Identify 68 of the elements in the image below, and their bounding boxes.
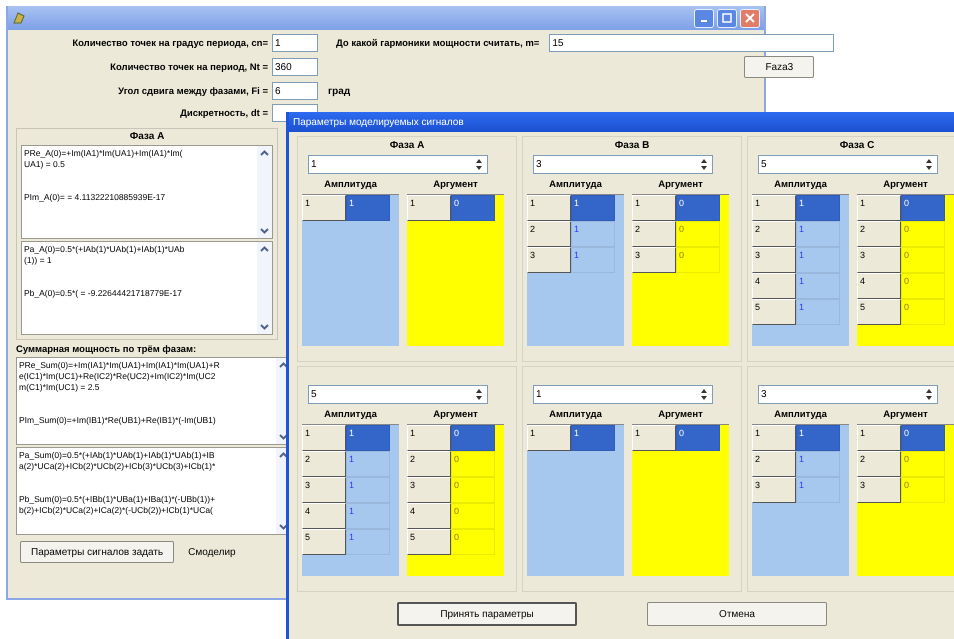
memo-text: PIm_Sum(0)=+Im(IB1)*Re(UB1)+Re(IB1)*(-Im(UB1) xyxy=(19,415,217,426)
column-label: Аргумент xyxy=(433,179,478,190)
row-header: 5 xyxy=(857,299,901,325)
memo-text: PIm_A(0)= = 4.11322210885939E-17 xyxy=(24,192,166,203)
row-header: 3 xyxy=(752,477,796,503)
row-header: 2 xyxy=(857,221,901,247)
field-label: До какой гармоники мощности считать, m= xyxy=(336,38,540,48)
row-header: 2 xyxy=(752,451,796,477)
row-header: 3 xyxy=(407,477,451,503)
row-header: 3 xyxy=(527,247,571,273)
row-header: 2 xyxy=(302,451,346,477)
field-label: Количество точек на период, Nt = xyxy=(109,62,269,72)
row-header: 4 xyxy=(407,503,451,529)
column-label: Амплитуда xyxy=(324,409,377,420)
memo-text: PRe_Sum(0)=+Im(IA1)*Im(UA1)+Im(IA1)*Im(UA1)+R e(IC1)*Im(UC1)+Re(IC2)*Re(UC2)+Im(IC2)*Im(UC2 m(C1)*Im(UC1) = 2.5 xyxy=(19,360,221,393)
row-header: 1 xyxy=(857,425,901,451)
row-header: 1 xyxy=(527,195,571,221)
memo-text: Pb_Sum(0)=0.5*(+IBb(1)*UBa(1)+IBa(1)*(-UBb(1))+ b(2)+ICb(2)*UCa(2)+ICa(2)*(-UCb(2))+ICb(1)*UCa( xyxy=(19,494,216,516)
group-title: Фаза C xyxy=(840,140,874,151)
row-header: 1 xyxy=(752,425,796,451)
column-label: Амплитуда xyxy=(774,179,827,190)
column-label: Амплитуда xyxy=(324,179,377,190)
field-label: Дискретность, dt = xyxy=(179,108,269,118)
memo-text: Pa_Sum(0)=0.5*(+IAb(1)*UAb(1)+IAb(1)*UAb(1)+IB a(2)*UCa(2)+ICb(2)*UCb(2)+ICb(3)*UCb(3)+ICb(1)* xyxy=(19,450,216,472)
row-header: 1 xyxy=(302,425,346,451)
row-header: 5 xyxy=(407,529,451,555)
row-header: 1 xyxy=(527,425,571,451)
group-title: Фаза A xyxy=(128,131,166,142)
row-header: 2 xyxy=(407,451,451,477)
row-header: 3 xyxy=(857,477,901,503)
row-header: 5 xyxy=(752,299,796,325)
row-header: 1 xyxy=(407,195,451,221)
group-title: Фаза B xyxy=(614,140,650,151)
column-label: Амплитуда xyxy=(549,409,602,420)
row-header: 1 xyxy=(302,195,346,221)
column-label: Аргумент xyxy=(883,409,928,420)
column-label: Амплитуда xyxy=(549,179,602,190)
unit-label: град xyxy=(327,86,350,96)
row-header: 3 xyxy=(302,477,346,503)
row-header: 1 xyxy=(407,425,451,451)
row-header: 1 xyxy=(752,195,796,221)
column-label: Аргумент xyxy=(883,179,928,190)
row-header: 5 xyxy=(302,529,346,555)
row-header: 3 xyxy=(752,247,796,273)
memo-text: Pa_A(0)=0.5*(+IAb(1)*UAb(1)+IAb(1)*UAb (1)) = 1 xyxy=(24,244,186,266)
row-header: 2 xyxy=(632,221,676,247)
column-label: Аргумент xyxy=(658,179,703,190)
row-header: 1 xyxy=(857,195,901,221)
row-header: 4 xyxy=(857,273,901,299)
row-header: 1 xyxy=(632,425,676,451)
row-header: 2 xyxy=(752,221,796,247)
row-header: 1 xyxy=(632,195,676,221)
memo-text: Pb_A(0)=0.5*( = -9.22644421718779E-17 xyxy=(24,288,183,299)
dialog-title: Параметры моделируемых сигналов xyxy=(293,116,464,128)
row-header: 4 xyxy=(752,273,796,299)
row-header: 2 xyxy=(857,451,901,477)
memo-text: PRe_A(0)=+Im(IA1)*Im(UA1)+Im(IA1)*Im( UA1) = 0.5 xyxy=(24,148,184,170)
column-label: Аргумент xyxy=(658,409,703,420)
row-header: 2 xyxy=(527,221,571,247)
field-label: Количество точек на градус периода, cn= xyxy=(71,38,269,48)
group-title: Фаза A xyxy=(390,140,424,151)
row-header: 4 xyxy=(302,503,346,529)
row-header: 3 xyxy=(857,247,901,273)
section-title: Суммарная мощность по трём фазам: xyxy=(16,344,198,355)
column-label: Аргумент xyxy=(433,409,478,420)
row-header: 3 xyxy=(632,247,676,273)
column-label: Амплитуда xyxy=(774,409,827,420)
field-label: Угол сдвига между фазами, Fi = xyxy=(117,86,269,96)
